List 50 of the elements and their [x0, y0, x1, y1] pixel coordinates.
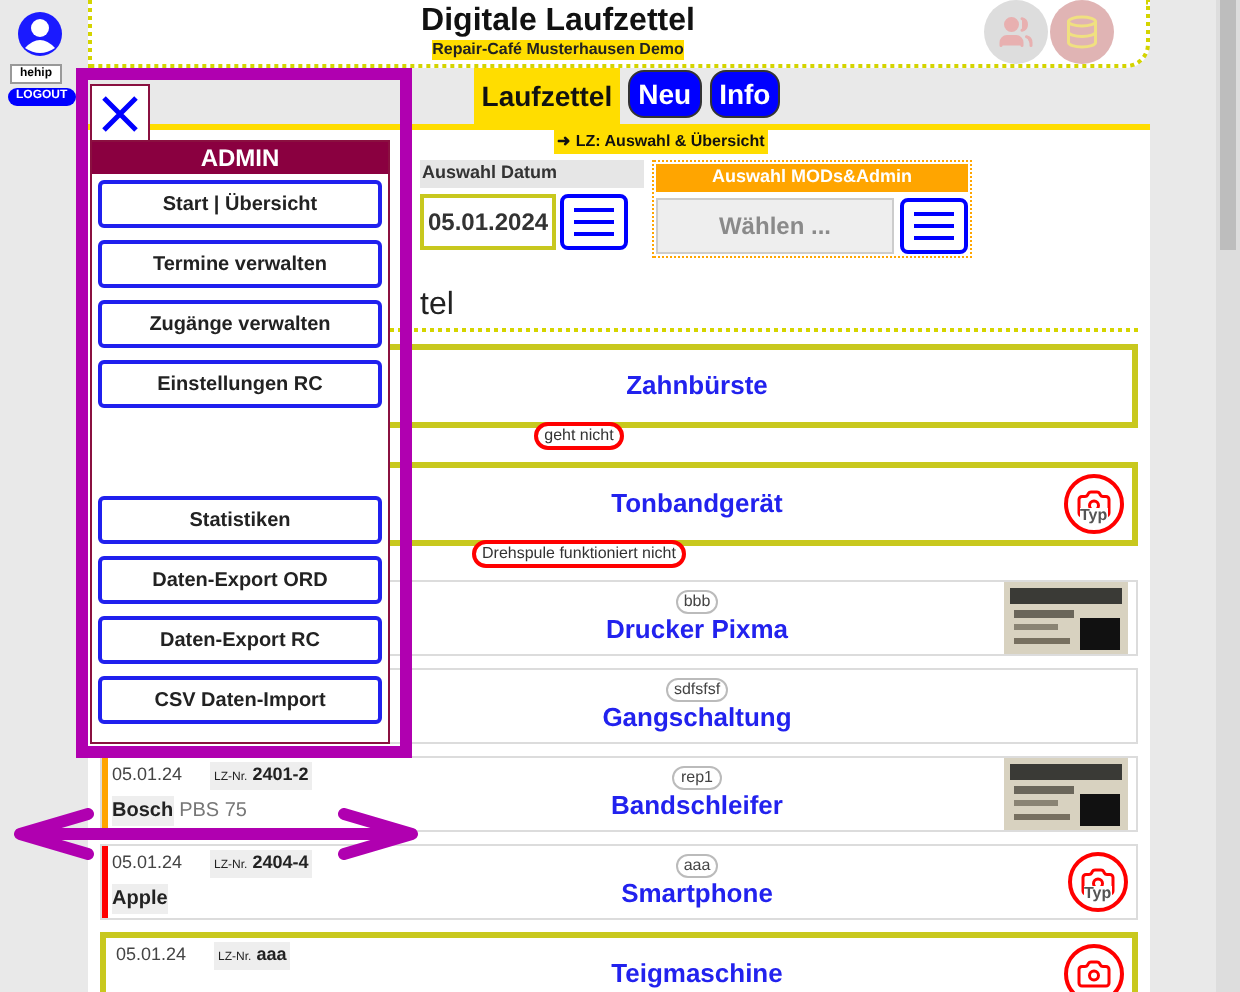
photo-label: Typ	[1084, 886, 1112, 902]
item-name[interactable]: Smartphone	[621, 878, 773, 910]
close-button[interactable]	[90, 84, 150, 144]
menu-button[interactable]	[900, 197, 968, 253]
admin-menu-button[interactable]: Statistiken	[98, 496, 382, 544]
nav-tab[interactable]: Neu	[628, 70, 702, 118]
admin-menu-button[interactable]: Daten-Export ORD	[98, 556, 382, 604]
item-name[interactable]: Drucker Pixma	[605, 614, 789, 646]
nav-tab[interactable]: Info	[709, 70, 781, 118]
admin-menu-button[interactable]: CSV Daten-Import	[98, 676, 382, 724]
admin-menu-button[interactable]: Zugänge verwalten	[98, 300, 382, 348]
breadcrumb: ➜ LZ: Auswahl & Übersicht	[553, 130, 769, 154]
item-tag: sdfsfsf	[665, 678, 729, 702]
photo-label: Typ	[1080, 508, 1108, 524]
admin-menu-button[interactable]: Start | Übersicht	[98, 180, 382, 228]
item-date: 05.01.24	[112, 762, 183, 788]
app-title: Digitale Laufzettel	[421, 4, 695, 40]
admin-menu-button[interactable]: Einstellungen RC	[98, 360, 382, 408]
close-icon	[100, 94, 140, 134]
camera-icon	[1076, 956, 1112, 992]
admin-menu-button[interactable]: Termine verwalten	[98, 240, 382, 288]
item-brand: Apple	[112, 884, 168, 914]
item-tag: bbb	[675, 590, 719, 614]
item-tag: aaa	[675, 854, 719, 878]
menu-title: ADMIN	[92, 142, 388, 174]
photo-placeholder[interactable]: Typ	[1064, 474, 1124, 534]
avatar-icon[interactable]	[18, 12, 62, 56]
item-name[interactable]: Bandschleifer	[611, 790, 783, 822]
scrollbar-thumb[interactable]	[1220, 0, 1236, 250]
item-note: geht nicht	[534, 422, 624, 450]
item-date: 05.01.24	[112, 850, 183, 876]
item-model: PBS 75	[179, 798, 247, 826]
nav-tab[interactable]: Laufzettel	[473, 68, 621, 124]
menu-button[interactable]	[560, 193, 629, 249]
filter-label: Auswahl MODs&Admin	[656, 164, 968, 191]
admin-menu-button[interactable]: Daten-Export RC	[98, 616, 382, 664]
app-subtitle: Repair-Café Musterhausen Demo	[432, 40, 684, 60]
item-note: Drehspule funktioniert nicht	[472, 540, 686, 568]
item-name[interactable]: Zahnbürste	[626, 370, 768, 402]
item-name[interactable]: Gangschaltung	[602, 702, 792, 734]
item-name[interactable]: Teigmaschine	[611, 958, 783, 990]
list-heading: tel	[420, 286, 454, 326]
photo-placeholder[interactable]: Typ	[1068, 852, 1128, 912]
date-field[interactable]: 05.01.2024	[420, 193, 557, 249]
item-date: 05.01.24	[116, 942, 187, 968]
filter-label: Auswahl Datum	[420, 160, 644, 187]
item-brand: Bosch	[112, 796, 174, 826]
item-tag: rep1	[672, 766, 721, 790]
item-name[interactable]: Tonbandgerät	[611, 488, 783, 520]
photo-placeholder[interactable]	[1064, 944, 1124, 992]
